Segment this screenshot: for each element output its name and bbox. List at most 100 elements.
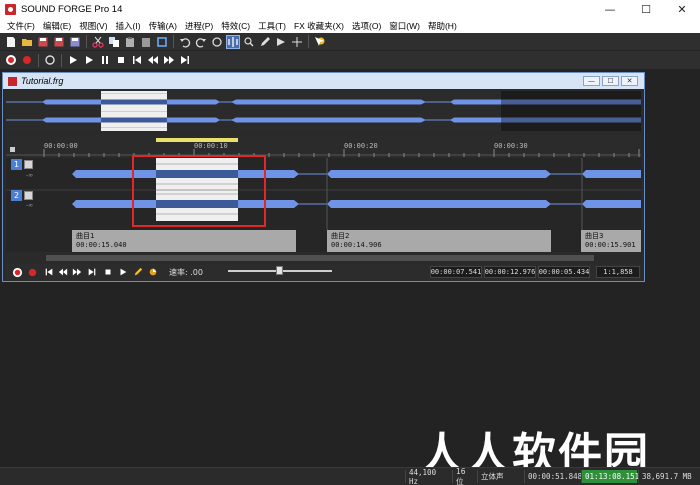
go-to-end-icon[interactable] — [86, 266, 98, 278]
channel-2-badge[interactable]: 2 — [11, 190, 22, 201]
scrub-tool-icon[interactable] — [290, 35, 304, 49]
help-pointer-icon[interactable] — [313, 35, 327, 49]
mix-icon[interactable] — [139, 35, 153, 49]
fast-forward-icon[interactable] — [162, 53, 176, 67]
title-bar: SOUND FORGE Pro 14 — ☐ ✕ — [0, 0, 700, 18]
menu-bar: 文件(F) 编辑(E) 视图(V) 插入(I) 传输(A) 进程(P) 特效(C… — [0, 18, 700, 33]
region-item[interactable]: 曲目2 00:00:14.906 — [327, 230, 551, 252]
ruler-ticks — [6, 138, 641, 157]
transport-toolbar — [0, 51, 700, 69]
copy-icon[interactable] — [107, 35, 121, 49]
status-disk-space: 38,691.7 MB — [638, 470, 700, 483]
document-close-button[interactable]: ✕ — [621, 76, 638, 86]
open-folder-icon[interactable] — [20, 35, 34, 49]
menu-tools[interactable]: 工具(T) — [254, 20, 290, 32]
zoom-ratio: 1:1,858 — [596, 266, 640, 278]
app-logo-icon — [5, 3, 16, 15]
save-as-icon[interactable] — [52, 35, 66, 49]
toolbar-divider — [173, 35, 174, 48]
channel-1-level: -∞ — [26, 172, 34, 179]
stop-icon[interactable] — [102, 266, 114, 278]
toolbar-divider — [38, 53, 39, 67]
rewind-icon[interactable] — [146, 53, 160, 67]
loop-icon[interactable] — [43, 53, 57, 67]
play-icon[interactable] — [82, 53, 96, 67]
standard-toolbar — [0, 33, 700, 51]
paste-icon[interactable] — [123, 35, 137, 49]
menu-file[interactable]: 文件(F) — [3, 20, 39, 32]
save-icon[interactable] — [36, 35, 50, 49]
minimize-button[interactable]: — — [592, 0, 628, 18]
status-record-time: 01:13:08.151 — [581, 470, 639, 483]
scrollbar-thumb[interactable] — [46, 255, 594, 261]
go-to-end-icon[interactable] — [178, 53, 192, 67]
region-name: 曲目1 — [76, 232, 95, 240]
rewind-icon[interactable] — [57, 266, 69, 278]
region-item[interactable]: 曲目3 00:00:15.901 — [581, 230, 641, 252]
document-title-bar: Tutorial.frg — ☐ ✕ — [3, 73, 644, 89]
fast-forward-icon[interactable] — [71, 266, 83, 278]
go-to-start-icon[interactable] — [130, 53, 144, 67]
pause-icon[interactable] — [98, 53, 112, 67]
document-maximize-button[interactable]: ☐ — [602, 76, 619, 86]
toolbar-divider — [308, 35, 309, 48]
status-file-length: 00:00:51.848 — [524, 470, 582, 483]
pencil-tool-icon[interactable] — [258, 35, 272, 49]
waveform-tracks[interactable]: 1 -∞ 2 -∞ — [6, 155, 641, 230]
region-duration: 00:00:14.906 — [331, 241, 382, 249]
document-minimize-button[interactable]: — — [583, 76, 600, 86]
edit-tool-icon[interactable] — [226, 34, 240, 49]
region-duration: 00:00:15.901 — [585, 241, 636, 249]
selection-length-time: 00:00:05.434 — [538, 266, 590, 278]
overview-view-region — [501, 91, 641, 131]
new-file-icon[interactable] — [4, 35, 18, 49]
app-title: SOUND FORGE Pro 14 — [21, 3, 123, 15]
ruler-label: 00:00:10 — [194, 142, 228, 150]
maximize-button[interactable]: ☐ — [628, 0, 664, 18]
repeat-icon[interactable] — [210, 35, 224, 49]
redo-icon[interactable] — [194, 35, 208, 49]
close-button[interactable]: ✕ — [664, 0, 700, 18]
menu-fx-favorites[interactable]: FX 收藏夹(X) — [290, 20, 348, 32]
overview-bar[interactable] — [6, 91, 641, 131]
document-file-icon — [8, 76, 17, 86]
pencil-icon[interactable] — [132, 266, 144, 278]
menu-help[interactable]: 帮助(H) — [424, 20, 461, 32]
selection-highlight-box — [132, 155, 266, 227]
horizontal-scrollbar[interactable] — [6, 254, 641, 262]
time-ruler[interactable]: 00:00:00 00:00:10 00:00:20 00:00:30 — [6, 135, 641, 158]
go-to-start-icon[interactable] — [43, 266, 55, 278]
region-name: 曲目3 — [585, 232, 604, 240]
event-tool-icon[interactable] — [274, 35, 288, 49]
play-icon[interactable] — [117, 266, 129, 278]
record-icon[interactable] — [4, 53, 18, 67]
cut-icon[interactable] — [91, 35, 105, 49]
trim-icon[interactable] — [155, 35, 169, 49]
ruler-label: 00:00:30 — [494, 142, 528, 150]
menu-transport[interactable]: 传输(A) — [145, 20, 181, 32]
status-bar: 44,100 Hz 16 位 立体声 00:00:51.848 01:13:08… — [0, 467, 700, 485]
record-icon[interactable] — [11, 266, 23, 278]
playback-mode-icon[interactable] — [147, 266, 159, 278]
menu-window[interactable]: 窗口(W) — [385, 20, 424, 32]
magnify-tool-icon[interactable] — [242, 35, 256, 49]
playback-rate-slider-thumb[interactable] — [276, 266, 283, 275]
menu-options[interactable]: 选项(O) — [348, 20, 385, 32]
menu-view[interactable]: 视图(V) — [75, 20, 111, 32]
region-item[interactable]: 曲目1 00:00:15.040 — [72, 230, 296, 252]
channel-2-button[interactable] — [24, 191, 33, 200]
save-all-icon[interactable] — [68, 35, 82, 49]
menu-effects[interactable]: 特效(C) — [217, 20, 254, 32]
record-arm-icon[interactable] — [20, 53, 34, 67]
menu-edit[interactable]: 编辑(E) — [39, 20, 75, 32]
play-all-icon[interactable] — [66, 53, 80, 67]
menu-insert[interactable]: 插入(I) — [112, 20, 145, 32]
channel-1-badge[interactable]: 1 — [11, 159, 22, 170]
stop-icon[interactable] — [114, 53, 128, 67]
region-list: 曲目1 00:00:15.040 曲目2 00:00:14.906 曲目3 00… — [6, 230, 641, 252]
record-arm-icon[interactable] — [26, 266, 38, 278]
menu-process[interactable]: 进程(P) — [181, 20, 217, 32]
undo-icon[interactable] — [178, 35, 192, 49]
selection-start-time: 00:00:07.541 — [430, 266, 482, 278]
channel-1-button[interactable] — [24, 160, 33, 169]
